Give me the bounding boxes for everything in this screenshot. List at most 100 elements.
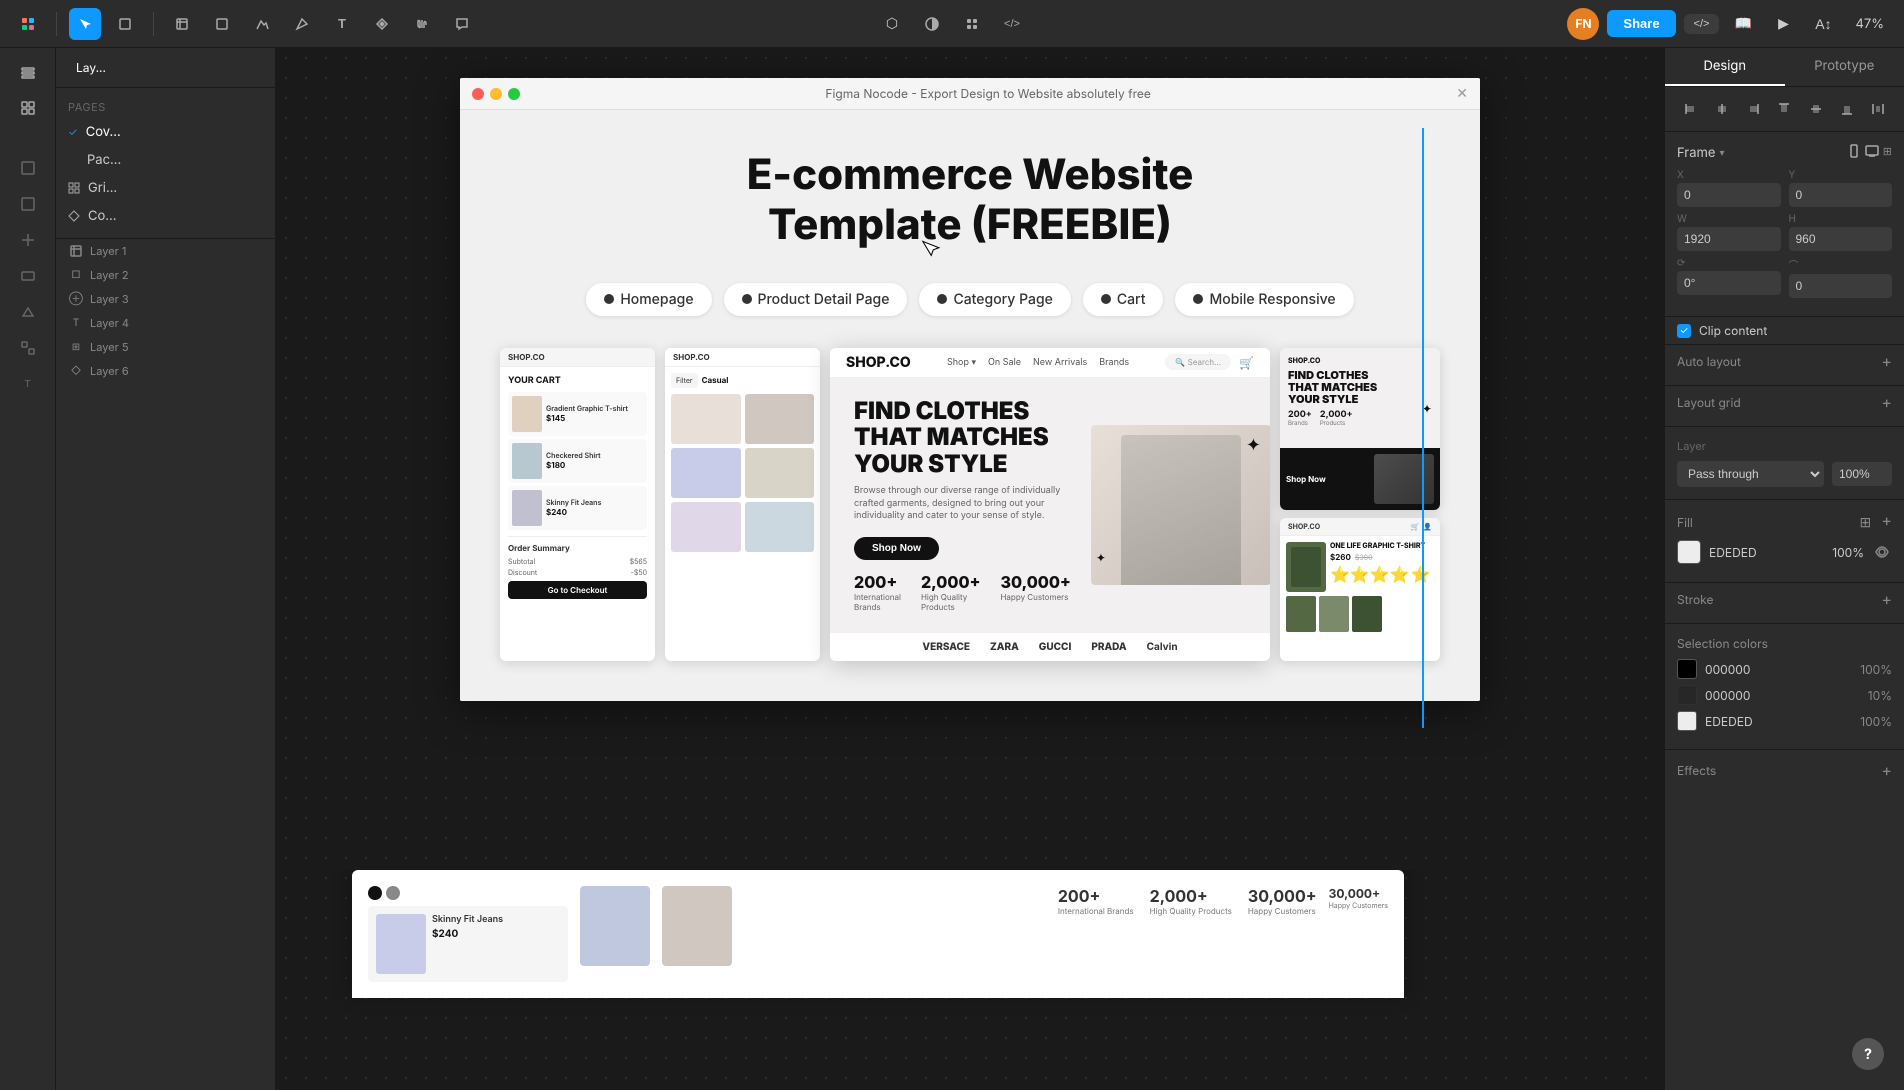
contrast-button[interactable] xyxy=(916,8,948,40)
share-button[interactable]: Share xyxy=(1607,10,1675,37)
design-tab[interactable]: Design xyxy=(1665,48,1785,86)
sidebar-item-5[interactable] xyxy=(12,296,44,328)
page-item-2[interactable]: Pac... xyxy=(56,146,275,174)
figma-menu-button[interactable] xyxy=(12,8,44,40)
help-button[interactable]: ? xyxy=(1852,1038,1884,1070)
pill-category[interactable]: Category Page xyxy=(919,283,1070,316)
layer-item-4[interactable]: T Layer 4 xyxy=(56,311,275,335)
brand-bar: VERSACE ZARA GUCCI PRADA Calvin xyxy=(830,632,1270,661)
pill-mobile[interactable]: Mobile Responsive xyxy=(1175,283,1353,316)
clip-content-checkbox[interactable]: ✓ xyxy=(1677,324,1691,338)
align-left-button[interactable] xyxy=(1677,95,1704,123)
sidebar-item-2[interactable] xyxy=(12,188,44,220)
pill-label-cart: Cart xyxy=(1117,291,1146,308)
layer-frame-icon xyxy=(68,243,84,259)
layer-item-3[interactable]: ⊕ Layer 3 xyxy=(56,287,275,311)
sidebar-item-7[interactable]: T xyxy=(12,368,44,400)
component-tool-button[interactable] xyxy=(366,8,398,40)
color-swatch-2[interactable] xyxy=(1677,685,1697,705)
component-sets-button[interactable]: ⬡ xyxy=(876,8,908,40)
align-right-button[interactable] xyxy=(1740,95,1767,123)
page-item-cover[interactable]: ✓ Cov... xyxy=(56,118,275,146)
w-input[interactable] xyxy=(1677,227,1781,251)
close-control[interactable] xyxy=(472,88,484,100)
x-input[interactable] xyxy=(1677,183,1781,207)
layers-tab[interactable]: Lay... xyxy=(68,56,114,79)
frame-desktop-icon[interactable] xyxy=(1865,144,1879,161)
pill-cart[interactable]: Cart xyxy=(1083,283,1164,316)
vector-tool-button[interactable] xyxy=(246,8,278,40)
page-label-2: Pac... xyxy=(87,152,121,168)
color-swatch-3[interactable] xyxy=(1677,711,1697,731)
rotation-input[interactable] xyxy=(1677,271,1781,295)
color-swatch-1[interactable] xyxy=(1677,659,1697,679)
layer-item-2[interactable]: □ Layer 2 xyxy=(56,263,275,287)
page-item-grid[interactable]: Gri... xyxy=(56,174,275,202)
layout-grid-add-button[interactable]: + xyxy=(1881,394,1892,410)
blend-mode-select[interactable]: Pass through xyxy=(1677,461,1824,487)
corner-input[interactable] xyxy=(1789,274,1893,298)
align-center-h-button[interactable] xyxy=(1708,95,1735,123)
move-tool-button[interactable] xyxy=(69,8,101,40)
layer-list: Layer 1 □ Layer 2 ⊕ Layer 3 T Layer 4 ⊞ … xyxy=(56,239,275,1090)
fill-color-swatch[interactable] xyxy=(1677,540,1701,564)
minimize-control[interactable] xyxy=(490,88,502,100)
layers-icon[interactable] xyxy=(12,56,44,88)
sidebar-item-4[interactable] xyxy=(12,260,44,292)
play-button[interactable]: ▶ xyxy=(1767,8,1799,40)
library-button[interactable] xyxy=(956,8,988,40)
canvas[interactable]: Figma Nocode - Export Design to Website … xyxy=(276,48,1664,1090)
maximize-control[interactable] xyxy=(508,88,520,100)
effects-add-button[interactable]: + xyxy=(1881,762,1892,778)
layer-item-1[interactable]: Layer 1 xyxy=(56,239,275,263)
y-input[interactable] xyxy=(1789,183,1893,207)
opacity-input[interactable] xyxy=(1832,462,1892,486)
frame-mobile-icon[interactable] xyxy=(1847,144,1861,161)
shop-logo: SHOP.CO xyxy=(846,354,911,371)
rect-tool-button[interactable] xyxy=(206,8,238,40)
distribute-h-button[interactable] xyxy=(1865,95,1892,123)
frame-window[interactable]: Figma Nocode - Export Design to Website … xyxy=(460,78,1480,701)
color-opacity-3: 100% xyxy=(1860,714,1892,729)
stroke-add-button[interactable]: + xyxy=(1881,591,1892,607)
cart-preview: SHOP.CO YOUR CART Gradient Graphic T-shi… xyxy=(500,348,655,661)
h-input[interactable] xyxy=(1789,227,1893,251)
zoom-level[interactable]: 47% xyxy=(1847,12,1892,36)
shop-now-button[interactable]: Shop Now xyxy=(854,537,939,560)
comment-tool-button[interactable] xyxy=(446,8,478,40)
frame-resize-icon[interactable]: ⊞ xyxy=(1883,144,1892,161)
page-item-components[interactable]: Co... xyxy=(56,202,275,230)
layer-item-5[interactable]: ⊞ Layer 5 xyxy=(56,335,275,359)
align-bottom-button[interactable] xyxy=(1833,95,1860,123)
sidebar-item-1[interactable] xyxy=(12,152,44,184)
pill-pdp[interactable]: Product Detail Page xyxy=(724,283,908,316)
pill-homepage[interactable]: Homepage xyxy=(586,283,711,316)
select-tool-button[interactable] xyxy=(109,8,141,40)
code-mode-button[interactable]: </> xyxy=(1684,14,1720,34)
layer-5-label: Layer 5 xyxy=(90,340,129,354)
hand-tool-button[interactable] xyxy=(406,8,438,40)
auto-layout-add-button[interactable]: + xyxy=(1881,353,1892,369)
selection-colors-section: Selection colors 000000 100% 000000 10% … xyxy=(1665,624,1904,750)
assets-icon[interactable] xyxy=(12,92,44,124)
pen-tool-button[interactable] xyxy=(286,8,318,40)
accessibility-button[interactable]: A↕ xyxy=(1807,8,1839,40)
layer-4-label: Layer 4 xyxy=(90,316,129,330)
sidebar-item-3[interactable] xyxy=(12,224,44,256)
fill-visibility-icon[interactable] xyxy=(1872,542,1892,562)
rotation-corner-row: ⟳ ⌒ xyxy=(1677,257,1892,298)
fill-add-button[interactable]: + xyxy=(1881,512,1892,532)
code-view-button[interactable]: </> xyxy=(996,8,1028,40)
align-middle-button[interactable] xyxy=(1802,95,1829,123)
fill-grid-icon[interactable]: ⊞ xyxy=(1855,512,1875,532)
toolbar-left: T xyxy=(12,8,1563,40)
prototype-tab[interactable]: Prototype xyxy=(1785,48,1904,86)
layer-section: Layer Pass through xyxy=(1665,427,1904,500)
book-button[interactable]: 📖 xyxy=(1727,8,1759,40)
frame-tool-button[interactable] xyxy=(166,8,198,40)
sidebar-item-6[interactable] xyxy=(12,332,44,364)
text-tool-button[interactable]: T xyxy=(326,8,358,40)
close-icon[interactable]: ✕ xyxy=(1456,85,1468,102)
layer-item-6[interactable]: ◇ Layer 6 xyxy=(56,359,275,383)
align-top-button[interactable] xyxy=(1771,95,1798,123)
